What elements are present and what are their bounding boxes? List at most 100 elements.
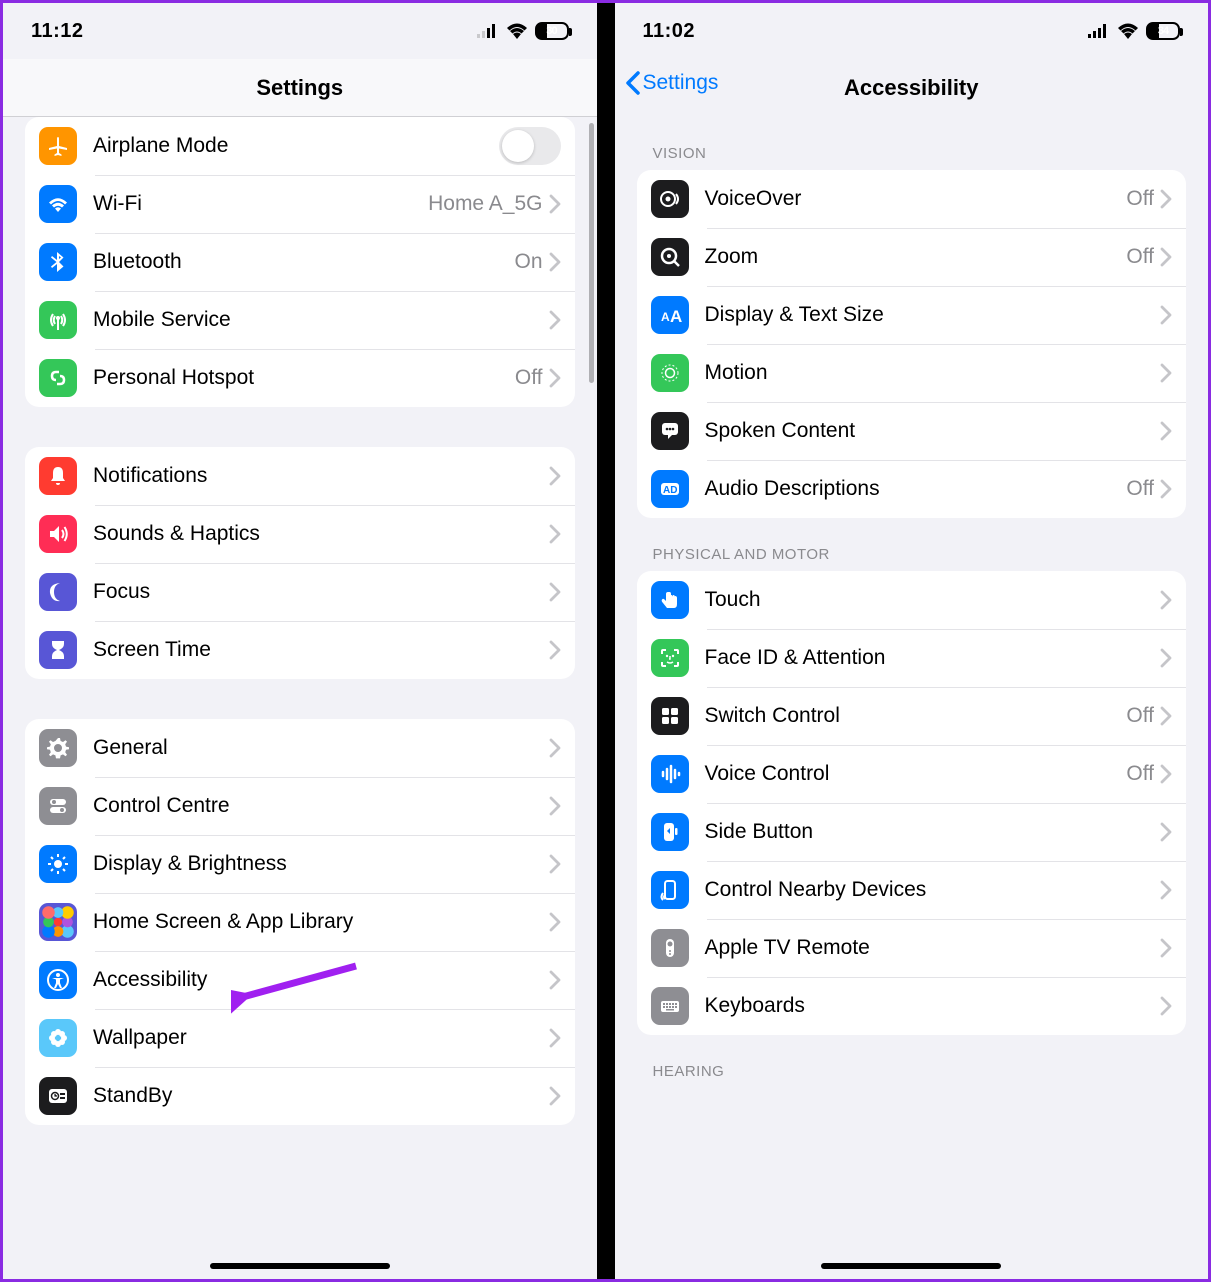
row-label: Touch — [705, 588, 1161, 612]
chevron-right-icon — [549, 1086, 561, 1106]
hourglass-icon — [39, 631, 77, 669]
back-label: Settings — [643, 71, 719, 95]
row-voice-control[interactable]: Voice Control Off — [637, 745, 1187, 803]
touch-icon — [651, 581, 689, 619]
row-screentime[interactable]: Screen Time — [25, 621, 575, 679]
speaker-icon — [39, 515, 77, 553]
nav-bar: Settings Accessibility — [615, 59, 1209, 117]
row-audio-descriptions[interactable]: AD Audio Descriptions Off — [637, 460, 1187, 518]
row-label: Accessibility — [93, 968, 549, 992]
row-value: Off — [515, 366, 543, 390]
row-homescreen[interactable]: Home Screen & App Library — [25, 893, 575, 951]
svg-text:A: A — [661, 310, 670, 324]
row-label: Apple TV Remote — [705, 936, 1161, 960]
row-wifi[interactable]: Wi-Fi Home A_5G — [25, 175, 575, 233]
row-notifications[interactable]: Notifications — [25, 447, 575, 505]
brightness-icon — [39, 845, 77, 883]
chevron-right-icon — [1160, 938, 1172, 958]
svg-text:A: A — [670, 307, 682, 326]
row-personal-hotspot[interactable]: Personal Hotspot Off — [25, 349, 575, 407]
row-side-button[interactable]: Side Button — [637, 803, 1187, 861]
row-value: Off — [1126, 245, 1154, 269]
row-label: Bluetooth — [93, 250, 514, 274]
row-label: Display & Text Size — [705, 303, 1161, 327]
row-label: Mobile Service — [93, 308, 549, 332]
chevron-right-icon — [1160, 421, 1172, 441]
chevron-right-icon — [549, 582, 561, 602]
row-appletv-remote[interactable]: Apple TV Remote — [637, 919, 1187, 977]
settings-group: Airplane Mode Wi-Fi Home A_5G Bluetooth … — [25, 117, 575, 407]
row-standby[interactable]: StandBy — [25, 1067, 575, 1125]
bluetooth-icon — [39, 243, 77, 281]
chevron-right-icon — [1160, 822, 1172, 842]
chevron-right-icon — [549, 738, 561, 758]
scrollbar[interactable] — [589, 123, 594, 383]
toggle[interactable] — [499, 127, 561, 165]
row-label: Keyboards — [705, 994, 1161, 1018]
back-button[interactable]: Settings — [625, 71, 719, 95]
row-label: Sounds & Haptics — [93, 522, 549, 546]
chevron-right-icon — [549, 524, 561, 544]
row-motion[interactable]: Motion — [637, 344, 1187, 402]
row-switch-control[interactable]: Switch Control Off — [637, 687, 1187, 745]
chevron-right-icon — [549, 796, 561, 816]
chevron-right-icon — [549, 912, 561, 932]
accessibility-content[interactable]: Vision VoiceOver Off Zoom Off AA Display… — [615, 117, 1209, 1279]
chevron-right-icon — [1160, 590, 1172, 610]
row-general[interactable]: General — [25, 719, 575, 777]
textsize-icon: AA — [651, 296, 689, 334]
link-icon — [39, 359, 77, 397]
page-title: Accessibility — [844, 75, 979, 101]
chevron-right-icon — [549, 640, 561, 660]
row-label: Zoom — [705, 245, 1127, 269]
status-indicators: 34 — [1088, 22, 1180, 40]
row-sounds[interactable]: Sounds & Haptics — [25, 505, 575, 563]
row-display[interactable]: Display & Brightness — [25, 835, 575, 893]
nearby-icon — [651, 871, 689, 909]
chevron-right-icon — [1160, 648, 1172, 668]
row-bluetooth[interactable]: Bluetooth On — [25, 233, 575, 291]
wifi-status-icon — [506, 23, 528, 39]
chevron-right-icon — [1160, 479, 1172, 499]
row-display-textsize[interactable]: AA Display & Text Size — [637, 286, 1187, 344]
row-voiceover[interactable]: VoiceOver Off — [637, 170, 1187, 228]
row-keyboards[interactable]: Keyboards — [637, 977, 1187, 1035]
chevron-right-icon — [1160, 189, 1172, 209]
section-header: Vision — [637, 145, 1187, 170]
chevron-right-icon — [549, 970, 561, 990]
row-label: Face ID & Attention — [705, 646, 1161, 670]
chevron-right-icon — [549, 310, 561, 330]
section-header: Physical and Motor — [637, 546, 1187, 571]
row-faceid[interactable]: Face ID & Attention — [637, 629, 1187, 687]
row-nearby-devices[interactable]: Control Nearby Devices — [637, 861, 1187, 919]
home-indicator[interactable] — [210, 1263, 390, 1269]
row-wallpaper[interactable]: Wallpaper — [25, 1009, 575, 1067]
row-spoken-content[interactable]: Spoken Content — [637, 402, 1187, 460]
row-value: Off — [1126, 477, 1154, 501]
home-indicator[interactable] — [821, 1263, 1001, 1269]
row-label: Control Centre — [93, 794, 549, 818]
row-label: Personal Hotspot — [93, 366, 515, 390]
airplane-icon — [39, 127, 77, 165]
chevron-right-icon — [549, 854, 561, 874]
page-title: Settings — [256, 75, 343, 101]
voice-control-icon — [651, 755, 689, 793]
row-label: Wallpaper — [93, 1026, 549, 1050]
row-zoom[interactable]: Zoom Off — [637, 228, 1187, 286]
row-accessibility[interactable]: Accessibility — [25, 951, 575, 1009]
settings-content[interactable]: Airplane Mode Wi-Fi Home A_5G Bluetooth … — [3, 117, 597, 1279]
row-focus[interactable]: Focus — [25, 563, 575, 621]
apps-grid-icon — [39, 903, 77, 941]
row-value: Off — [1126, 704, 1154, 728]
settings-group: VoiceOver Off Zoom Off AA Display & Text… — [637, 170, 1187, 518]
row-mobile-service[interactable]: Mobile Service — [25, 291, 575, 349]
row-airplane[interactable]: Airplane Mode — [25, 117, 575, 175]
row-control-centre[interactable]: Control Centre — [25, 777, 575, 835]
status-indicators: 30 — [477, 22, 569, 40]
battery-icon: 30 — [535, 22, 569, 40]
moon-icon — [39, 573, 77, 611]
row-value: Home A_5G — [428, 192, 542, 216]
row-touch[interactable]: Touch — [637, 571, 1187, 629]
motion-icon — [651, 354, 689, 392]
row-label: Notifications — [93, 464, 549, 488]
